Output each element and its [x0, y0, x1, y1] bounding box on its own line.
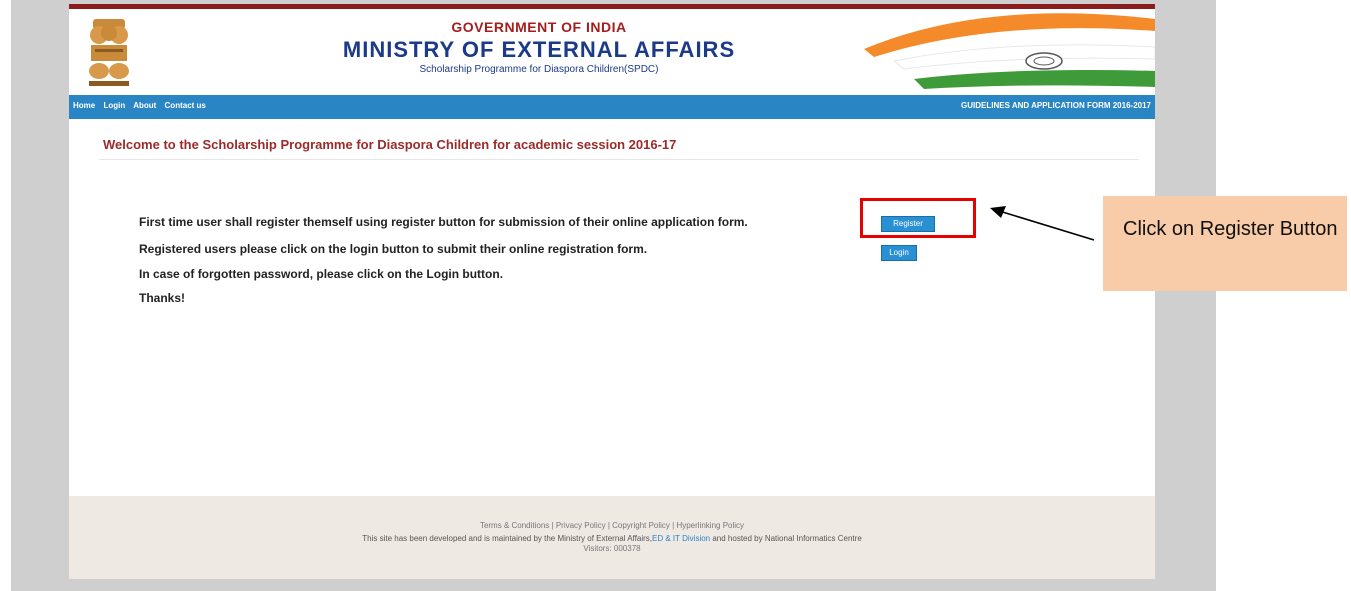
callout-note: Click on Register Button — [1103, 196, 1347, 291]
thanks-text: Thanks! — [139, 291, 186, 305]
site-footer: Terms & Conditions | Privacy Policy | Co… — [69, 496, 1155, 579]
footer-developer-note: This site has been developed and is main… — [69, 534, 1155, 543]
nav-contact-link[interactable]: Contact us — [165, 101, 206, 110]
nav-bar: Home Login About Contact us GUIDELINES A… — [69, 95, 1155, 119]
welcome-heading: Welcome to the Scholarship Programme for… — [103, 137, 677, 152]
tricolor-flag-graphic — [864, 13, 1155, 89]
visitor-counter: Visitors: 000378 — [583, 544, 641, 553]
pointer-arrow-icon — [990, 206, 1095, 241]
forgot-password-note: In case of forgotten password, please cl… — [139, 267, 504, 281]
title-block: GOVERNMENT OF INDIA MINISTRY OF EXTERNAL… — [329, 19, 749, 75]
browser-page: GOVERNMENT OF INDIA MINISTRY OF EXTERNAL… — [69, 4, 1155, 579]
header-line-1: GOVERNMENT OF INDIA — [451, 19, 627, 35]
header-ministry-title: MINISTRY OF EXTERNAL AFFAIRS — [342, 37, 736, 62]
footer-dev-prefix: This site has been developed and is main… — [362, 534, 653, 543]
login-instruction: Registered users please click on the log… — [139, 242, 648, 256]
guidelines-link[interactable]: GUIDELINES AND APPLICATION FORM 2016-201… — [961, 101, 1151, 110]
register-highlight-box — [860, 198, 976, 238]
national-emblem-icon — [89, 19, 129, 86]
site-header: GOVERNMENT OF INDIA MINISTRY OF EXTERNAL… — [69, 9, 1155, 95]
footer-division-link[interactable]: ED & IT Division — [652, 534, 710, 543]
login-button[interactable]: Login — [881, 245, 917, 261]
footer-dev-suffix: and hosted by National Informatics Centr… — [710, 534, 862, 543]
nav-menu: Home Login About Contact us — [73, 101, 212, 110]
divider — [99, 159, 1139, 160]
register-instruction: First time user shall register themself … — [139, 215, 748, 229]
nav-login-link[interactable]: Login — [103, 101, 125, 110]
footer-policy-links[interactable]: Terms & Conditions | Privacy Policy | Co… — [69, 521, 1155, 530]
header-programme-subtitle: Scholarship Programme for Diaspora Child… — [419, 64, 659, 75]
nav-home-link[interactable]: Home — [73, 101, 95, 110]
nav-about-link[interactable]: About — [133, 101, 156, 110]
